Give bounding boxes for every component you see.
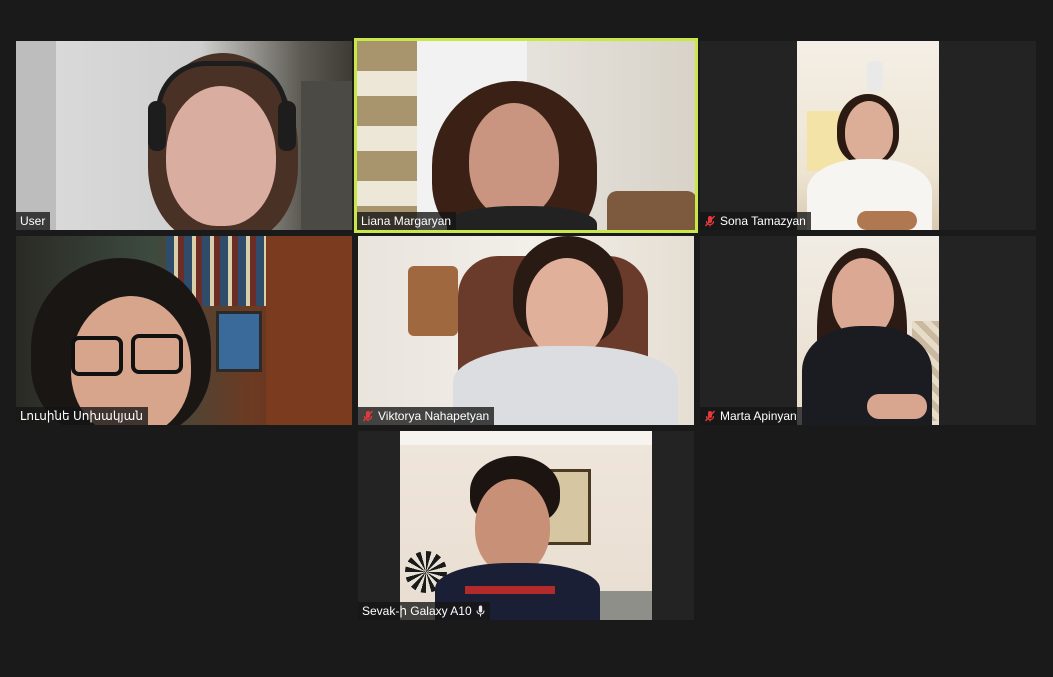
participant-name-label: Sona Tamazyan: [700, 212, 811, 230]
muted-microphone-icon: [704, 215, 716, 227]
participant-name: Marta Apinyan: [720, 409, 797, 423]
participant-video: [797, 41, 939, 230]
participant-video: [357, 41, 695, 230]
participant-name-label: Sevak-ի Galaxy A10: [358, 602, 490, 620]
participant-name: Sevak-ի Galaxy A10: [362, 604, 472, 618]
participant-tile-sona-tamazyan[interactable]: Sona Tamazyan: [700, 41, 1036, 230]
participant-tile-sevak-galaxy-a10[interactable]: Sevak-ի Galaxy A10: [358, 431, 694, 620]
microphone-icon: [476, 605, 485, 617]
participant-name-label: Marta Apinyan: [700, 407, 802, 425]
participant-name-label: Լուսինե Սոխակյան: [16, 407, 148, 425]
muted-microphone-icon: [704, 410, 716, 422]
participant-name: User: [20, 214, 46, 228]
participant-name: Sona Tamazyan: [720, 214, 806, 228]
participant-tile-viktorya-nahapetyan[interactable]: Viktorya Nahapetyan: [358, 236, 694, 425]
participant-name-label: User: [16, 212, 51, 230]
participant-name: Լուսինե Սոխակյան: [20, 409, 143, 423]
participant-video: [16, 41, 352, 230]
participant-tile-user[interactable]: User: [16, 41, 352, 230]
participant-name-label: Liana Margaryan: [357, 212, 457, 230]
participant-name: Viktorya Nahapetyan: [378, 409, 490, 423]
participant-video: [797, 236, 939, 425]
participant-video: [400, 431, 652, 620]
participant-tile-liana-margaryan[interactable]: Liana Margaryan: [354, 38, 698, 233]
participant-video: [358, 236, 694, 425]
participant-video: [16, 236, 352, 425]
participant-tile-marta-apinyan[interactable]: Marta Apinyan: [700, 236, 1036, 425]
participant-name-label: Viktorya Nahapetyan: [358, 407, 495, 425]
participant-tile-lusine-sokhakyan[interactable]: Լուսինե Սոխակյան: [16, 236, 352, 425]
participant-name: Liana Margaryan: [361, 214, 452, 228]
video-gallery: User Liana Margaryan Sona Tamazyan Լուսի…: [0, 0, 1053, 677]
muted-microphone-icon: [362, 410, 374, 422]
